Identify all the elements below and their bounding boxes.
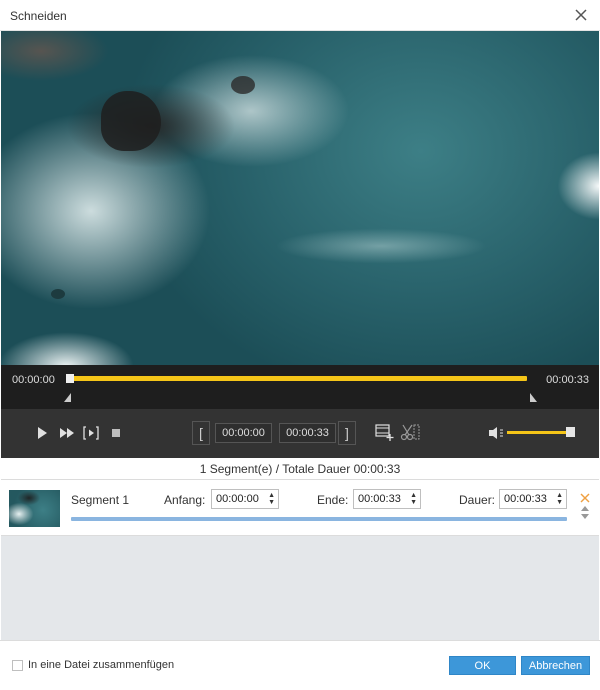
segment-end-value: 00:00:33 xyxy=(358,493,401,505)
preview-detail xyxy=(231,76,255,94)
spinner-arrows-icon[interactable]: ▲ ▼ xyxy=(268,492,275,506)
segment-duration-label: Dauer: xyxy=(459,493,496,507)
segment-start-spinner[interactable]: 00:00:00 ▲ ▼ xyxy=(211,489,279,509)
segment-name: Segment 1 xyxy=(71,493,130,507)
add-segment-icon[interactable] xyxy=(374,422,394,442)
timeline-track[interactable] xyxy=(69,376,527,381)
segment-end-label: Ende: xyxy=(317,493,349,507)
video-preview xyxy=(1,31,599,365)
segment-duration-value: 00:00:33 xyxy=(504,493,547,505)
spinner-arrows-icon[interactable]: ▲ ▼ xyxy=(410,492,417,506)
segment-range-bar xyxy=(71,517,567,521)
play-icon[interactable] xyxy=(32,424,52,442)
cancel-button[interactable]: Abbrechen xyxy=(521,656,590,675)
spinner-arrows-icon[interactable]: ▲ ▼ xyxy=(556,492,563,506)
merge-label: In eine Datei zusammenfügen xyxy=(28,659,175,671)
set-end-button[interactable]: ] xyxy=(338,421,356,445)
timeline-end-time: 00:00:33 xyxy=(546,374,589,386)
segment-duration-spinner[interactable]: 00:00:33 ▲ ▼ xyxy=(499,489,567,509)
segment-list-empty-area xyxy=(1,536,599,640)
playback-controls: [ 00:00:00 00:00:33 ] xyxy=(1,409,599,458)
volume-icon[interactable] xyxy=(486,424,506,442)
playhead-handle[interactable] xyxy=(66,374,74,383)
move-down-icon[interactable] xyxy=(581,514,589,519)
ok-button[interactable]: OK xyxy=(449,656,516,675)
start-time-field[interactable]: 00:00:00 xyxy=(215,423,272,443)
move-up-icon[interactable] xyxy=(581,506,589,511)
segment-end-spinner[interactable]: 00:00:33 ▲ ▼ xyxy=(353,489,421,509)
split-scissors-icon[interactable] xyxy=(400,422,420,442)
trim-end-marker[interactable] xyxy=(530,393,537,402)
merge-checkbox[interactable] xyxy=(12,660,23,671)
end-time-field[interactable]: 00:00:33 xyxy=(279,423,336,443)
segment-start-value: 00:00:00 xyxy=(216,493,259,505)
close-icon[interactable] xyxy=(574,8,588,22)
preview-detail xyxy=(101,91,161,151)
segment-row[interactable]: Segment 1 Anfang: 00:00:00 ▲ ▼ Ende: 00:0… xyxy=(1,480,599,536)
play-segment-icon[interactable] xyxy=(81,424,101,442)
set-start-button[interactable]: [ xyxy=(192,421,210,445)
title-bar: Schneiden xyxy=(0,0,600,31)
timeline: 00:00:00 00:00:33 xyxy=(1,365,599,409)
volume-slider[interactable] xyxy=(507,431,573,434)
window-title: Schneiden xyxy=(10,9,67,23)
timeline-start-time: 00:00:00 xyxy=(12,374,55,386)
segment-thumbnail xyxy=(9,490,60,527)
preview-detail xyxy=(51,289,65,299)
stop-icon[interactable] xyxy=(107,424,127,442)
segment-start-label: Anfang: xyxy=(164,493,206,507)
trim-start-marker[interactable] xyxy=(64,393,71,402)
dialog-footer: In eine Datei zusammenfügen OK Abbrechen xyxy=(0,640,600,690)
fast-forward-icon[interactable] xyxy=(57,424,77,442)
segments-summary: 1 Segment(e) / Totale Dauer 00:00:33 xyxy=(1,458,599,480)
delete-segment-icon[interactable] xyxy=(579,492,591,504)
volume-slider-handle[interactable] xyxy=(566,427,575,437)
